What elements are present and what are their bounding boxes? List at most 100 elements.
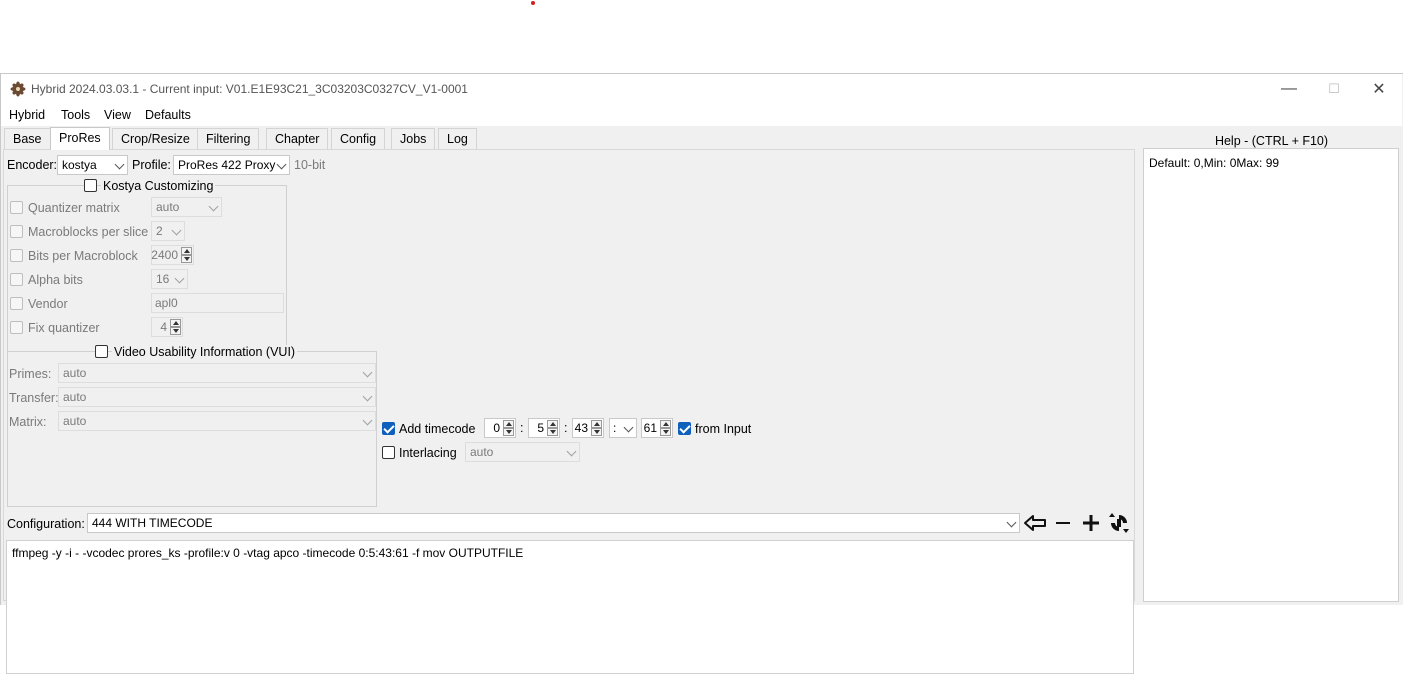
- tab-crop-resize[interactable]: Crop/Resize: [112, 128, 199, 150]
- macroblocks-per-slice-checkbox[interactable]: [10, 225, 23, 238]
- chevron-down-icon: [114, 159, 125, 170]
- title-bar: Hybrid 2024.03.03.1 - Current input: V01…: [1, 74, 1402, 104]
- red-dot: [531, 1, 535, 5]
- add-timecode-checkbox[interactable]: [382, 422, 395, 435]
- menu-tools[interactable]: Tools: [61, 108, 90, 122]
- fix-quantizer-checkbox[interactable]: [10, 321, 23, 334]
- chevron-down-icon: [1006, 517, 1017, 528]
- timecode-seconds-spinner[interactable]: 43: [572, 418, 604, 438]
- menu-defaults[interactable]: Defaults: [145, 108, 191, 122]
- menu-bar: Hybrid Tools View Defaults: [1, 104, 1402, 126]
- spin-up-icon[interactable]: [660, 420, 671, 428]
- sync-button[interactable]: [1106, 512, 1132, 534]
- quantizer-matrix-label: Quantizer matrix: [28, 201, 120, 215]
- command-line-textarea[interactable]: ffmpeg -y -i - -vcodec prores_ks -profil…: [6, 540, 1134, 674]
- menu-hybrid[interactable]: Hybrid: [9, 108, 45, 122]
- quantizer-matrix-select[interactable]: auto: [151, 197, 222, 217]
- bitdepth-label: 10-bit: [294, 158, 326, 172]
- vendor-field[interactable]: apl0: [151, 293, 284, 313]
- prores-tab-content: Encoder: kostya Profile: ProRes 422 Prox…: [3, 149, 1135, 674]
- interlacing-label: Interlacing: [399, 446, 457, 460]
- minus-icon: [1056, 522, 1070, 524]
- arrow-left-button[interactable]: [1022, 512, 1048, 534]
- bits-per-macroblock-spinner[interactable]: 2400: [151, 245, 194, 265]
- spin-down-icon[interactable]: [660, 428, 671, 436]
- tab-chapter[interactable]: Chapter: [266, 128, 329, 150]
- quantizer-matrix-checkbox[interactable]: [10, 201, 23, 214]
- matrix-label: Matrix:: [9, 415, 47, 429]
- vui-title: Video Usability Information (VUI): [112, 345, 298, 359]
- tab-base[interactable]: Base: [4, 128, 51, 150]
- from-input-label: from Input: [695, 422, 752, 436]
- tab-prores[interactable]: ProRes: [50, 127, 110, 150]
- chevron-down-icon: [623, 422, 634, 433]
- spin-up-icon[interactable]: [591, 420, 602, 428]
- help-panel: Help - (CTRL + F10) Default: 0,Min: 0Max…: [1141, 134, 1402, 602]
- interlacing-checkbox[interactable]: [382, 446, 395, 459]
- menu-view[interactable]: View: [104, 108, 131, 122]
- remove-button[interactable]: [1050, 512, 1076, 534]
- help-text: Default: 0,Min: 0Max: 99: [1143, 148, 1399, 602]
- timecode-separator-select[interactable]: :: [609, 418, 637, 438]
- chevron-down-icon: [276, 159, 287, 170]
- spin-down-icon[interactable]: [503, 428, 514, 436]
- profile-select[interactable]: ProRes 422 Proxy: [173, 155, 290, 175]
- interlacing-select[interactable]: auto: [465, 442, 580, 462]
- chevron-down-icon: [362, 415, 373, 426]
- spin-down-icon[interactable]: [170, 327, 181, 335]
- macroblocks-per-slice-select[interactable]: 2: [151, 221, 185, 241]
- spin-down-icon[interactable]: [181, 255, 192, 263]
- help-title: Help - (CTRL + F10): [1214, 134, 1329, 148]
- bits-per-macroblock-checkbox[interactable]: [10, 249, 23, 262]
- spin-up-icon[interactable]: [181, 247, 192, 255]
- timecode-separator: :: [564, 421, 568, 435]
- bits-per-macroblock-label: Bits per Macroblock: [28, 249, 138, 263]
- fix-quantizer-label: Fix quantizer: [28, 321, 100, 335]
- alpha-bits-checkbox[interactable]: [10, 273, 23, 286]
- chevron-down-icon: [566, 446, 577, 457]
- macroblocks-per-slice-label: Macroblocks per slice: [28, 225, 149, 239]
- add-button[interactable]: [1078, 512, 1104, 534]
- spin-up-icon[interactable]: [547, 420, 558, 428]
- timecode-hours-spinner[interactable]: 0: [484, 418, 516, 438]
- primes-select[interactable]: auto: [58, 363, 376, 383]
- chevron-down-icon: [362, 367, 373, 378]
- from-input-checkbox[interactable]: [678, 422, 691, 435]
- alpha-bits-label: Alpha bits: [28, 273, 83, 287]
- add-timecode-label: Add timecode: [399, 422, 476, 436]
- timecode-frames-spinner[interactable]: 61: [641, 418, 673, 438]
- minimize-button[interactable]: —: [1266, 74, 1312, 104]
- spin-down-icon[interactable]: [547, 428, 558, 436]
- arrow-left-icon: [1024, 515, 1046, 531]
- primes-label: Primes:: [9, 367, 52, 381]
- chevron-down-icon: [208, 201, 219, 212]
- chevron-down-icon: [362, 391, 373, 402]
- tab-filtering[interactable]: Filtering: [197, 128, 260, 150]
- tab-log[interactable]: Log: [438, 128, 477, 150]
- vui-checkbox[interactable]: [95, 345, 108, 358]
- window-title: Hybrid 2024.03.03.1 - Current input: V01…: [31, 82, 468, 96]
- transfer-select[interactable]: auto: [58, 387, 376, 407]
- tab-config[interactable]: Config: [331, 128, 386, 150]
- vendor-label: Vendor: [28, 297, 68, 311]
- spin-up-icon[interactable]: [170, 319, 181, 327]
- close-button[interactable]: ✕: [1356, 74, 1402, 104]
- matrix-select[interactable]: auto: [58, 411, 376, 431]
- timecode-minutes-spinner[interactable]: 5: [528, 418, 560, 438]
- timecode-separator: :: [520, 421, 524, 435]
- maximize-button[interactable]: ☐: [1311, 74, 1357, 104]
- plus-icon: [1083, 515, 1099, 531]
- configuration-select[interactable]: 444 WITH TIMECODE: [87, 513, 1020, 533]
- fix-quantizer-spinner[interactable]: 4: [151, 317, 183, 337]
- configuration-label: Configuration:: [7, 517, 85, 531]
- spin-down-icon[interactable]: [591, 428, 602, 436]
- hybrid-window: Hybrid 2024.03.03.1 - Current input: V01…: [0, 73, 1403, 674]
- spin-up-icon[interactable]: [503, 420, 514, 428]
- transfer-label: Transfer:: [9, 391, 59, 405]
- alpha-bits-select[interactable]: 16: [151, 269, 188, 289]
- vendor-checkbox[interactable]: [10, 297, 23, 310]
- encoder-select[interactable]: kostya: [57, 155, 128, 175]
- tab-jobs[interactable]: Jobs: [391, 128, 436, 150]
- kostya-customizing-checkbox[interactable]: [84, 179, 97, 192]
- chevron-down-icon: [171, 225, 182, 236]
